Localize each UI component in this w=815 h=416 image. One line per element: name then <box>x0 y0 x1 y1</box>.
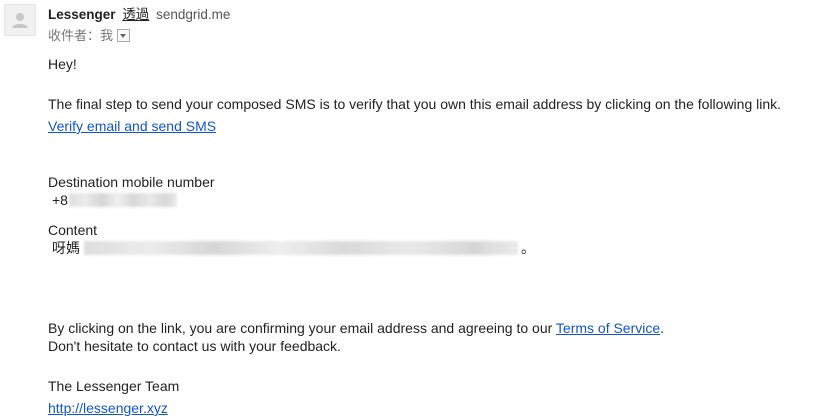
sender-name[interactable]: Lessenger <box>48 7 116 22</box>
recipient-line: 收件者： 我 <box>48 27 131 44</box>
feedback-text: Don't hesitate to contact us with your f… <box>48 338 341 354</box>
via-link[interactable]: 透過 <box>122 7 149 22</box>
content-label: Content <box>48 222 98 238</box>
destination-label: Destination mobile number <box>48 174 215 190</box>
redacted-phone-number <box>68 193 177 207</box>
website-link[interactable]: http://lessenger.xyz <box>48 399 808 416</box>
content-value: 呀媽 。 <box>48 239 808 257</box>
content-value-end: 。 <box>521 240 535 256</box>
consent-prefix: By clicking on the link, you are confirm… <box>48 320 556 336</box>
sender-avatar <box>4 4 36 36</box>
intro-text: The final step to send your composed SMS… <box>48 96 782 112</box>
recipient-prefix: 收件者： <box>48 28 101 43</box>
recipient-name: 我 <box>100 28 114 43</box>
show-details-dropdown-icon[interactable] <box>117 29 131 42</box>
terms-of-service-link[interactable]: Terms of Service <box>556 320 660 336</box>
sender-line: Lessenger 透過 sendgrid.me <box>48 6 230 24</box>
greeting-text: Hey! <box>48 56 77 72</box>
via-domain: sendgrid.me <box>156 7 231 22</box>
redacted-message-content <box>84 241 518 255</box>
content-value-start: 呀媽 <box>52 240 80 256</box>
destination-value: +8 <box>48 191 808 209</box>
person-icon <box>5 5 35 35</box>
email-body: Hey! The final step to send your compose… <box>48 55 808 416</box>
consent-text: By clicking on the link, you are confirm… <box>48 319 808 337</box>
email-message-view: Lessenger 透過 sendgrid.me 收件者： 我 Hey! The… <box>0 0 815 416</box>
verify-email-link[interactable]: Verify email and send SMS <box>48 117 808 135</box>
destination-value-visible: +8 <box>52 192 68 208</box>
team-signature: The Lessenger Team <box>48 378 180 394</box>
consent-suffix: . <box>660 320 665 336</box>
